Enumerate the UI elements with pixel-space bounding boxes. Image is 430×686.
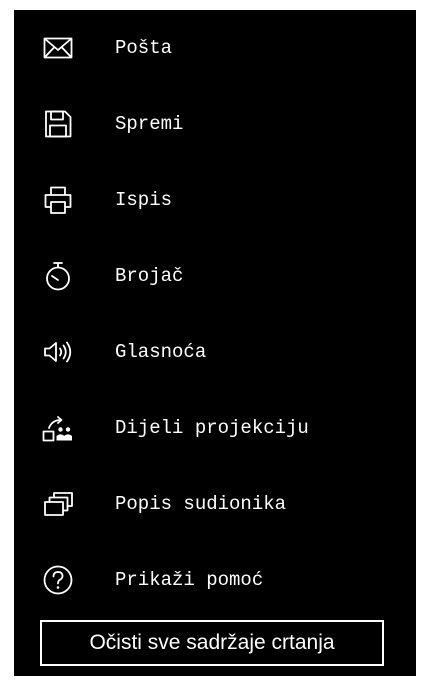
printer-icon [42,184,74,216]
menu-item-label: Brojač [115,265,184,287]
menu-item-label: Popis sudionika [115,493,287,515]
menu-item-print[interactable]: Ispis [14,172,416,228]
menu-item-participants-list[interactable]: Popis sudionika [14,476,416,532]
menu-item-stopwatch[interactable]: Brojač [14,248,416,304]
volume-icon [42,336,74,368]
participants-list-icon [42,488,74,520]
menu-item-save[interactable]: Spremi [14,96,416,152]
menu-item-label: Dijeli projekciju [115,417,309,439]
save-icon [42,108,74,140]
menu-item-share-projection[interactable]: Dijeli projekciju [14,400,416,456]
stopwatch-icon [42,260,74,292]
mail-icon [42,32,74,64]
side-menu-panel: Pošta Spremi Ispis Brojač Glasnoća Dijel… [14,10,416,676]
menu-item-volume[interactable]: Glasnoća [14,324,416,380]
menu-item-label: Prikaži pomoć [115,569,264,591]
menu-item-label: Spremi [115,113,184,135]
menu-item-mail[interactable]: Pošta [14,20,416,76]
help-icon [42,564,74,596]
menu-item-label: Glasnoća [115,341,207,363]
menu-item-label: Pošta [115,37,173,59]
clear-all-drawings-button[interactable]: Očisti sve sadržaje crtanja [40,620,384,666]
menu-item-help[interactable]: Prikaži pomoć [14,552,416,608]
share-projection-icon [42,412,74,444]
menu-item-label: Ispis [115,189,173,211]
